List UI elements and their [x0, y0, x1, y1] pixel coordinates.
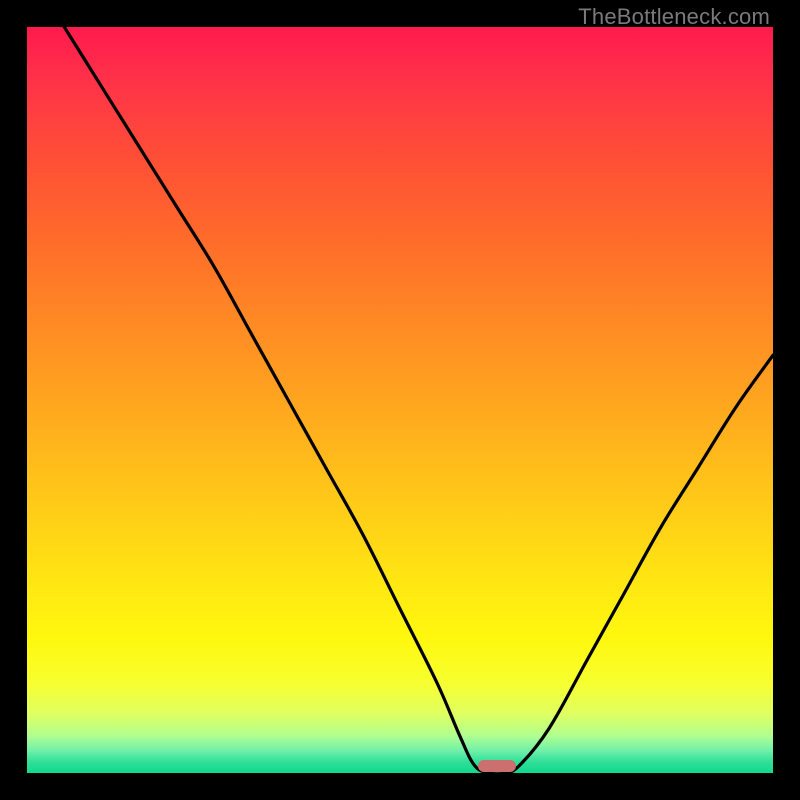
- optimal-range-marker: [478, 760, 515, 772]
- curve-path: [27, 27, 773, 773]
- chart-frame: TheBottleneck.com: [0, 0, 800, 800]
- plot-area: [27, 27, 773, 773]
- bottleneck-curve: [27, 27, 773, 773]
